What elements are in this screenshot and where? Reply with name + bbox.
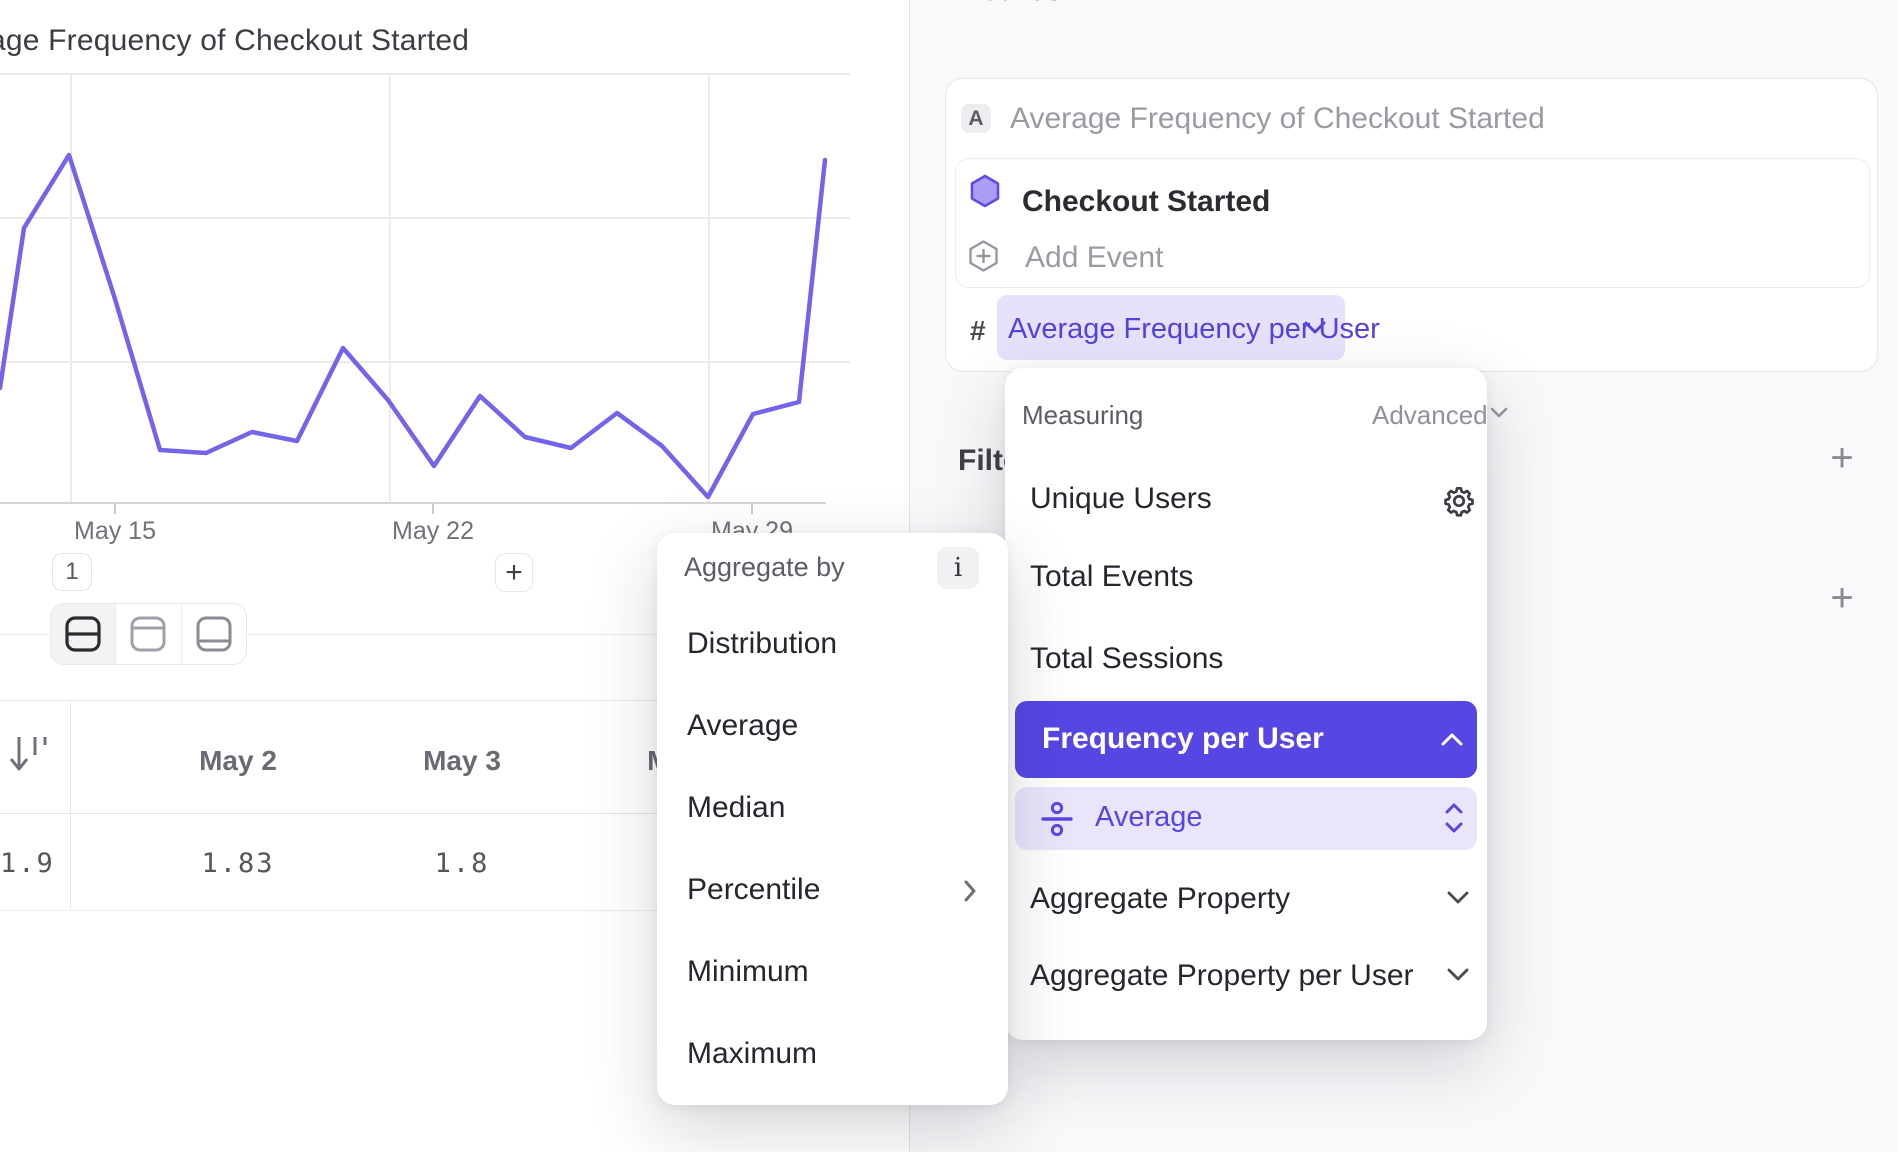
average-sub-option-label: Average xyxy=(1095,801,1203,834)
gear-icon[interactable] xyxy=(1440,482,1478,520)
chevron-up-icon xyxy=(1440,731,1464,747)
measuring-popover-header: Measuring xyxy=(1022,400,1143,431)
x-axis-tick-label: May 22 xyxy=(392,517,474,546)
table-header-cell[interactable]: May 2 xyxy=(199,745,277,777)
table-cell: 1.9 xyxy=(0,848,48,879)
frequency-aggregation-average-row[interactable] xyxy=(1015,787,1477,850)
series-number-badge[interactable]: 1 xyxy=(52,553,92,591)
aggregate-option-median[interactable]: Median xyxy=(687,791,785,825)
metrics-section-heading: Metrics xyxy=(957,0,1062,8)
frequency-per-user-label: Frequency per User xyxy=(1042,722,1324,756)
panel-top-icon xyxy=(128,615,168,653)
aggregate-option-minimum[interactable]: Minimum xyxy=(687,955,809,989)
chart-series-line[interactable] xyxy=(0,155,825,497)
panel-bottom-icon xyxy=(194,615,234,653)
line-chart[interactable] xyxy=(0,0,909,516)
measure-type-prefix: # xyxy=(970,315,986,347)
x-axis-tick-label: May 15 xyxy=(74,517,156,546)
table-cell: 1.8 xyxy=(435,848,490,879)
table-cell: 1.83 xyxy=(201,848,274,879)
aggregate-option-percentile[interactable]: Percentile xyxy=(687,873,820,907)
chevron-down-icon[interactable] xyxy=(1446,890,1470,906)
insights-app: Average Frequency of Checkout Started Ma… xyxy=(0,0,1898,1152)
advanced-toggle[interactable]: Advanced xyxy=(1372,400,1488,431)
aggregate-option-average[interactable]: Average xyxy=(687,709,798,743)
layout-toggle-group xyxy=(50,603,247,665)
aggregate-option-distribution[interactable]: Distribution xyxy=(687,627,837,661)
chart-axis xyxy=(0,503,826,514)
chart-gridlines xyxy=(0,74,850,503)
layout-panel-bottom-toggle[interactable] xyxy=(182,604,246,664)
chevron-down-icon[interactable] xyxy=(1489,406,1509,420)
metric-letter-badge: A xyxy=(961,104,991,133)
add-event-icon xyxy=(967,239,1000,273)
chevron-down-icon xyxy=(1303,320,1327,336)
info-icon[interactable]: i xyxy=(937,547,979,589)
sort-descending-icon[interactable] xyxy=(8,733,52,777)
layout-panel-top-toggle[interactable] xyxy=(116,604,181,664)
metric-title[interactable]: Average Frequency of Checkout Started xyxy=(1010,102,1545,136)
add-filter-button[interactable]: + xyxy=(1822,440,1862,480)
measuring-option-aggregate-property[interactable]: Aggregate Property xyxy=(1030,882,1290,916)
aggregate-option-maximum[interactable]: Maximum xyxy=(687,1037,817,1071)
measuring-option-total-events[interactable]: Total Events xyxy=(1030,560,1193,594)
add-event-button[interactable]: Add Event xyxy=(1025,241,1163,275)
chevron-right-icon xyxy=(962,878,978,904)
layout-split-horizontal-toggle[interactable] xyxy=(51,604,116,664)
event-name[interactable]: Checkout Started xyxy=(1022,185,1270,219)
split-horizontal-icon xyxy=(63,615,103,653)
table-column-divider xyxy=(70,700,71,910)
measuring-option-aggregate-property-per-user[interactable]: Aggregate Property per User xyxy=(1030,959,1414,993)
select-up-down-icon[interactable] xyxy=(1443,800,1465,836)
event-hexagon-icon xyxy=(969,174,1001,208)
add-breakdown-button[interactable]: + xyxy=(1822,580,1862,620)
aggregate-by-header: Aggregate by xyxy=(684,552,845,583)
measuring-option-unique-users[interactable]: Unique Users xyxy=(1030,482,1212,516)
add-annotation-button[interactable]: + xyxy=(495,553,533,592)
table-header-cell[interactable]: May 3 xyxy=(423,745,501,777)
average-divide-icon xyxy=(1038,800,1076,838)
measuring-option-total-sessions[interactable]: Total Sessions xyxy=(1030,642,1223,676)
chevron-down-icon[interactable] xyxy=(1446,967,1470,983)
